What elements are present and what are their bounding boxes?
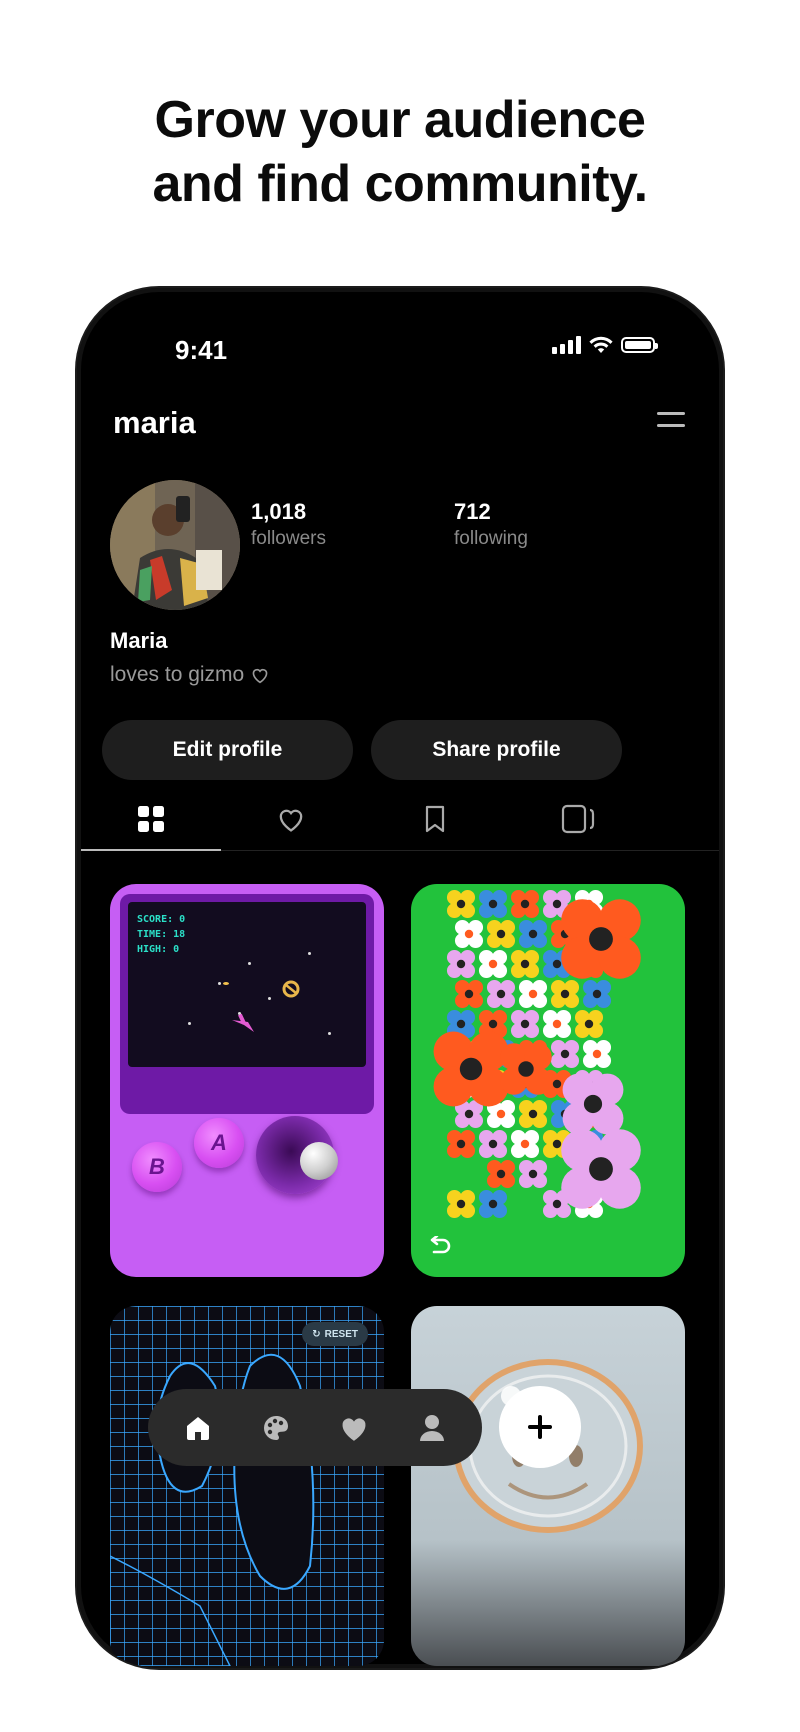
nav-profile[interactable] bbox=[402, 1389, 462, 1466]
profile-icon bbox=[420, 1414, 444, 1441]
flower bbox=[510, 949, 540, 979]
gizmo-card-flowers[interactable] bbox=[411, 884, 685, 1277]
avatar[interactable] bbox=[110, 480, 240, 610]
heart-outline-icon bbox=[252, 668, 268, 684]
asteroid-icon bbox=[282, 980, 300, 998]
tab-grid[interactable] bbox=[81, 788, 221, 851]
create-button[interactable] bbox=[499, 1386, 581, 1468]
gizmo-card-game[interactable]: SCORE: 0 TIME: 18 HIGH: 0 B A bbox=[110, 884, 384, 1277]
flower bbox=[582, 979, 612, 1009]
game-screen: SCORE: 0 TIME: 18 HIGH: 0 bbox=[120, 894, 374, 1114]
battery-icon bbox=[621, 337, 658, 353]
avatar-photo bbox=[110, 480, 240, 610]
share-profile-button[interactable]: Share profile bbox=[371, 720, 622, 780]
flower bbox=[582, 1039, 612, 1069]
display-name: Maria bbox=[110, 628, 168, 653]
flower bbox=[510, 1009, 540, 1039]
flower bbox=[446, 949, 476, 979]
flower bbox=[561, 899, 641, 979]
reset-button[interactable]: ↻ RESET bbox=[302, 1322, 368, 1346]
plus-icon bbox=[528, 1415, 552, 1439]
flower bbox=[478, 889, 508, 919]
bio: loves to gizmo bbox=[110, 663, 270, 687]
flower bbox=[486, 1159, 516, 1189]
flower bbox=[518, 1099, 548, 1129]
heart-icon bbox=[342, 1417, 366, 1441]
gizmo-card-smiley[interactable] bbox=[411, 1306, 685, 1666]
flower bbox=[518, 919, 548, 949]
gizmo-card-grid[interactable]: ↻ RESET bbox=[110, 1306, 384, 1666]
ship-icon bbox=[232, 1013, 254, 1032]
following-count: 712 bbox=[454, 499, 491, 524]
nav-likes[interactable] bbox=[324, 1389, 384, 1466]
followers-label: followers bbox=[251, 528, 326, 549]
flower bbox=[478, 1189, 508, 1219]
flower bbox=[574, 1009, 604, 1039]
bookmark-icon bbox=[425, 805, 445, 833]
flower bbox=[478, 1129, 508, 1159]
bio-text: loves to gizmo bbox=[110, 663, 245, 686]
signal-icon bbox=[552, 336, 581, 354]
flower bbox=[486, 919, 516, 949]
palette-icon bbox=[264, 1415, 288, 1440]
flower bbox=[542, 1009, 572, 1039]
wifi-icon bbox=[589, 336, 613, 353]
flower bbox=[500, 1043, 552, 1095]
flower bbox=[446, 889, 476, 919]
cards-icon bbox=[561, 804, 595, 834]
glass-smiley bbox=[453, 1359, 643, 1533]
followers-stat[interactable]: 1,018 followers bbox=[251, 498, 326, 552]
flower bbox=[561, 1129, 641, 1209]
heart-outline-icon bbox=[279, 809, 303, 832]
flower bbox=[510, 1129, 540, 1159]
joystick-knob-icon bbox=[300, 1142, 338, 1180]
tab-liked[interactable] bbox=[221, 788, 361, 850]
following-stat[interactable]: 712 following bbox=[454, 498, 528, 552]
flower bbox=[510, 889, 540, 919]
home-icon bbox=[187, 1416, 209, 1440]
profile-username: maria bbox=[113, 405, 196, 440]
game-button-a: A bbox=[194, 1118, 244, 1168]
reset-label: RESET bbox=[324, 1328, 358, 1340]
tab-saved[interactable] bbox=[365, 788, 505, 850]
menu-icon[interactable] bbox=[657, 412, 685, 432]
headline: Grow your audience and find community. bbox=[0, 88, 800, 216]
bottom-nav bbox=[148, 1389, 482, 1466]
game-button-b: B bbox=[132, 1142, 182, 1192]
flower bbox=[550, 1039, 580, 1069]
flower bbox=[454, 919, 484, 949]
edit-profile-button[interactable]: Edit profile bbox=[102, 720, 353, 780]
grid-icon bbox=[138, 806, 164, 832]
flower bbox=[518, 979, 548, 1009]
profile-tabs bbox=[81, 788, 719, 851]
flower bbox=[446, 1129, 476, 1159]
headline-line-1: Grow your audience bbox=[154, 91, 646, 149]
flower bbox=[486, 979, 516, 1009]
flower bbox=[550, 979, 580, 1009]
followers-count: 1,018 bbox=[251, 499, 307, 524]
phone-frame: 9:41 maria 1,018 followers 712 following… bbox=[77, 288, 723, 1668]
tab-cards[interactable] bbox=[509, 788, 649, 850]
warped-grid bbox=[110, 1306, 384, 1666]
flower bbox=[454, 979, 484, 1009]
status-icons bbox=[552, 336, 658, 354]
flower bbox=[518, 1159, 548, 1189]
nav-home[interactable] bbox=[168, 1389, 228, 1466]
flower bbox=[433, 1031, 509, 1107]
flower bbox=[562, 1073, 624, 1135]
nav-explore[interactable] bbox=[246, 1389, 306, 1466]
flower-pattern bbox=[433, 889, 641, 1219]
flower bbox=[446, 1189, 476, 1219]
refresh-icon: ↻ bbox=[312, 1328, 321, 1340]
headline-line-2: and find community. bbox=[152, 155, 648, 213]
status-time: 9:41 bbox=[175, 335, 228, 365]
flower bbox=[478, 949, 508, 979]
following-label: following bbox=[454, 528, 528, 549]
undo-icon[interactable] bbox=[429, 1236, 451, 1256]
game-score: SCORE: 0 TIME: 18 HIGH: 0 bbox=[137, 914, 186, 955]
